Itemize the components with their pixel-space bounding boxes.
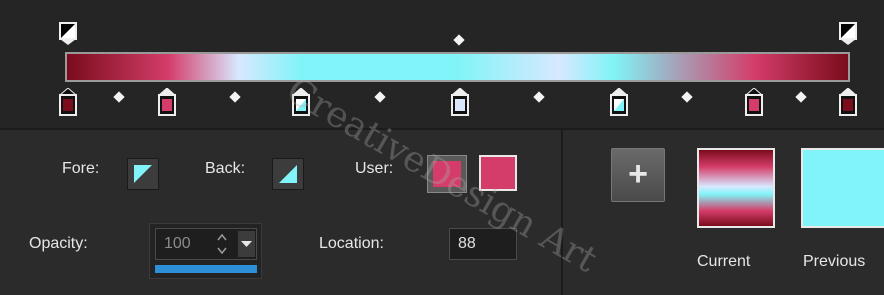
fore-swatch-icon xyxy=(134,165,152,183)
user-color-1-swatch xyxy=(433,161,461,187)
location-input[interactable]: 88 xyxy=(449,228,517,260)
fore-color-button[interactable] xyxy=(127,158,159,190)
spinner-arrows-icon xyxy=(217,233,227,255)
chevron-down-icon xyxy=(241,241,252,247)
location-label: Location: xyxy=(319,235,384,252)
current-label: Current xyxy=(697,253,751,270)
plus-icon: + xyxy=(628,155,648,193)
gradient-bar[interactable] xyxy=(65,52,850,82)
back-label: Back: xyxy=(205,160,246,177)
user-color-2-button[interactable] xyxy=(479,155,517,191)
user-color-1-button[interactable] xyxy=(427,155,467,193)
cyan-stop-icon[interactable] xyxy=(291,87,311,116)
pink-stop-icon[interactable] xyxy=(744,87,764,116)
add-preset-button[interactable]: + xyxy=(611,148,665,202)
back-color-button[interactable] xyxy=(272,158,304,190)
previous-gradient-thumbnail[interactable] xyxy=(801,148,884,228)
current-gradient-thumbnail[interactable] xyxy=(697,148,775,228)
user-label: User: xyxy=(355,160,394,177)
opacity-stop-left-icon[interactable] xyxy=(59,22,77,46)
opacity-slider-bar[interactable] xyxy=(155,265,257,273)
opacity-stop-right-icon[interactable] xyxy=(839,22,857,46)
opacity-value: 100 xyxy=(164,235,191,252)
opacity-label: Opacity: xyxy=(29,235,88,252)
divider xyxy=(0,128,884,130)
dark-red-stop-icon[interactable] xyxy=(58,87,78,116)
light-blue-stop-icon[interactable] xyxy=(450,87,470,116)
pink-stop-icon[interactable] xyxy=(157,87,177,116)
divider xyxy=(561,130,563,295)
location-value: 88 xyxy=(458,235,476,252)
cyan-stop-icon[interactable] xyxy=(609,87,629,116)
opacity-dropdown-button[interactable] xyxy=(238,231,255,257)
previous-label: Previous xyxy=(803,253,866,270)
fore-label: Fore: xyxy=(62,160,100,177)
opacity-spinner[interactable] xyxy=(216,231,228,257)
back-swatch-icon xyxy=(279,165,297,183)
dark-red-stop-icon[interactable] xyxy=(838,87,858,116)
